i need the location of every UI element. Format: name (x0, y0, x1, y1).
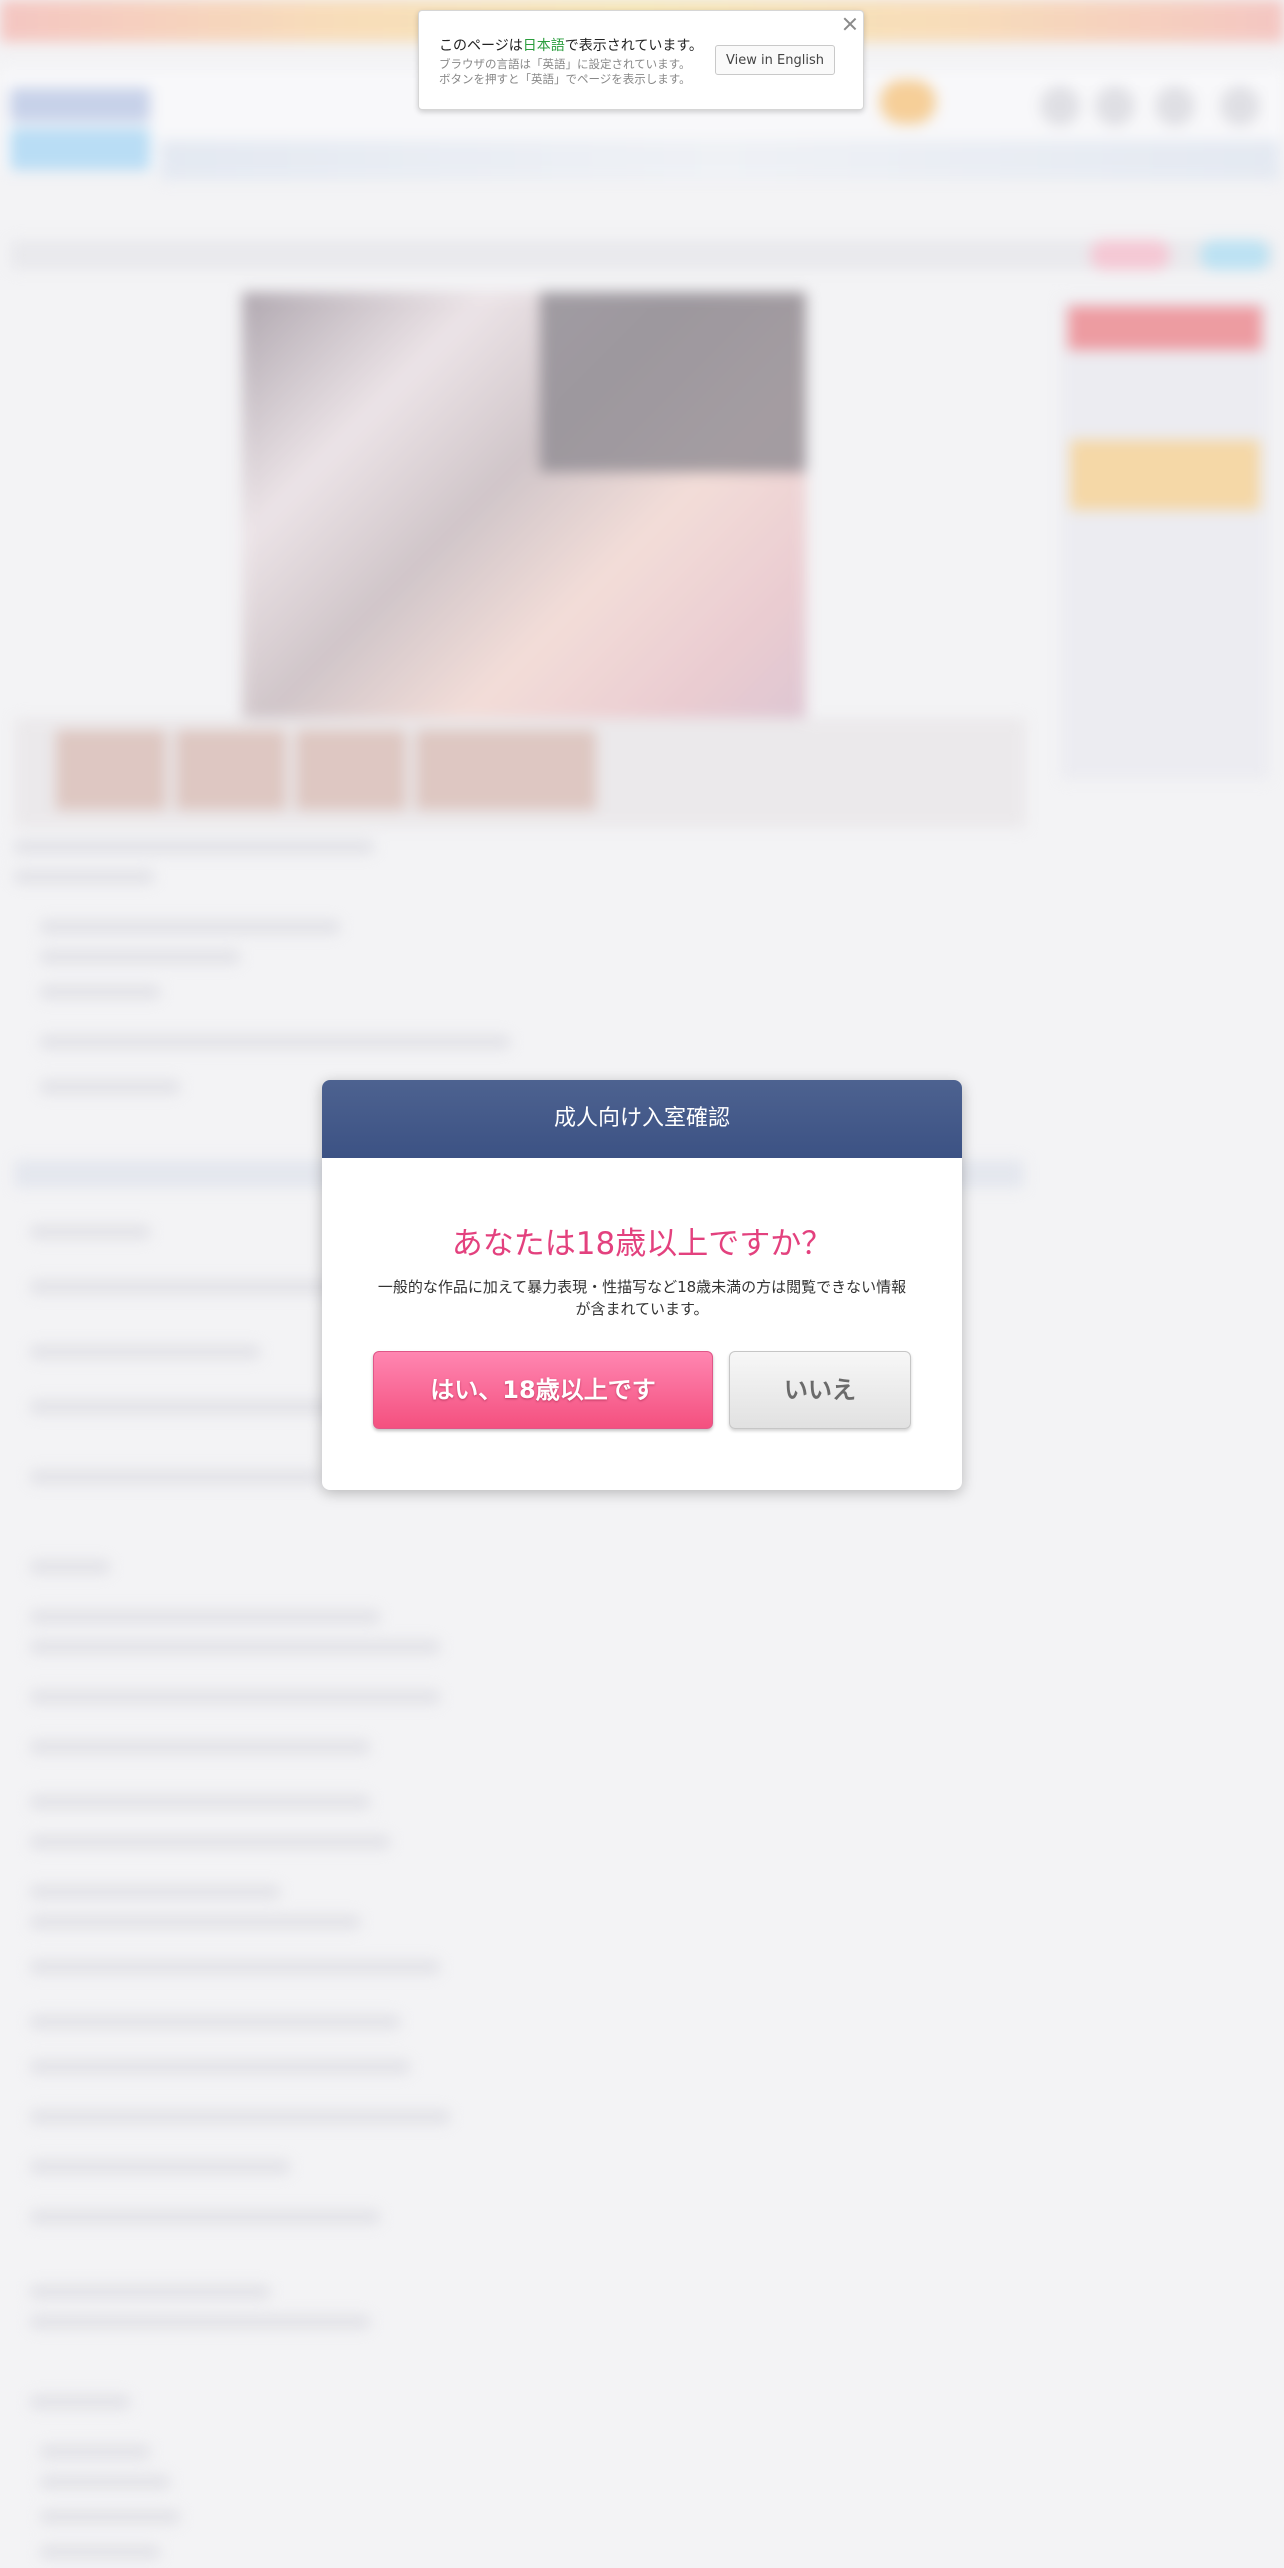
thumbnail (56, 730, 166, 810)
info-line (40, 2445, 150, 2459)
language-notice-banner: このページは日本語で表示されています。 ブラウザの言語は「英語」に設定されていま… (418, 10, 864, 110)
header-icon (1220, 86, 1260, 126)
product-title-bar (10, 240, 1274, 270)
info-line (30, 1740, 370, 1754)
view-in-english-button[interactable]: View in English (715, 45, 835, 75)
info-line (30, 1885, 280, 1899)
info-line (30, 1345, 260, 1359)
info-line (40, 985, 160, 999)
info-line (30, 1280, 350, 1294)
confirm-adult-button[interactable]: はい、18歳以上です (373, 1351, 713, 1429)
thumbnail (416, 730, 596, 810)
info-line (30, 1610, 380, 1624)
sidebar-cart-button (1070, 440, 1260, 510)
info-line (40, 2475, 170, 2489)
info-line (30, 1225, 150, 1239)
info-line (40, 1080, 180, 1094)
info-line (30, 1960, 440, 1974)
info-line (30, 1640, 440, 1654)
info-line (14, 870, 154, 884)
site-logo-sub (10, 128, 150, 170)
age-confirmation-modal: 成人向け入室確認 あなたは18歳以上ですか？ 一般的な作品に加えて暴力表現・性描… (322, 1080, 962, 1490)
product-cover-image-detail (540, 292, 806, 472)
info-line (14, 840, 374, 854)
global-nav (160, 140, 1280, 180)
sidebar-purchase-box (1060, 300, 1270, 780)
product-tag-pill (1200, 240, 1270, 270)
info-line (30, 2110, 450, 2124)
info-line (30, 1470, 320, 1484)
info-line (30, 1795, 370, 1809)
info-line (30, 1915, 360, 1929)
info-line (30, 2395, 130, 2409)
close-icon[interactable] (841, 15, 859, 33)
info-line (40, 1035, 510, 1049)
info-line (30, 2315, 370, 2329)
info-line (30, 1560, 110, 1574)
info-line (30, 2160, 290, 2174)
sidebar-price-bar (1068, 306, 1262, 350)
current-language: 日本語 (522, 38, 565, 54)
product-tag-pill (1090, 240, 1170, 270)
header-icon (1040, 86, 1080, 126)
language-notice-subtext: ブラウザの言語は「英語」に設定されています。 ボタンを押すと「英語」でページを表… (439, 57, 691, 86)
language-notice-text: このページは日本語で表示されています。 (439, 38, 703, 54)
site-logo (10, 88, 150, 122)
thumbnail (176, 730, 286, 810)
info-line (30, 1835, 390, 1849)
info-line (40, 2510, 180, 2524)
decline-button[interactable]: いいえ (729, 1351, 911, 1429)
header-orange-badge (880, 80, 936, 124)
thumbnail (296, 730, 406, 810)
modal-title: 成人向け入室確認 (322, 1080, 962, 1158)
info-line (30, 2210, 380, 2224)
info-line (30, 1400, 340, 1414)
age-warning-description: 一般的な作品に加えて暴力表現・性描写など18歳未満の方は閲覧できない情報 が含ま… (377, 1278, 907, 1318)
info-line (40, 2545, 160, 2559)
info-line (30, 2060, 410, 2074)
info-line (40, 920, 340, 934)
age-question: あなたは18歳以上ですか？ (451, 1226, 833, 1262)
info-line (40, 950, 240, 964)
info-line (30, 2015, 400, 2029)
info-line (30, 2285, 270, 2299)
header-icon (1095, 86, 1135, 126)
info-line (30, 1690, 440, 1704)
header-icon (1155, 86, 1195, 126)
